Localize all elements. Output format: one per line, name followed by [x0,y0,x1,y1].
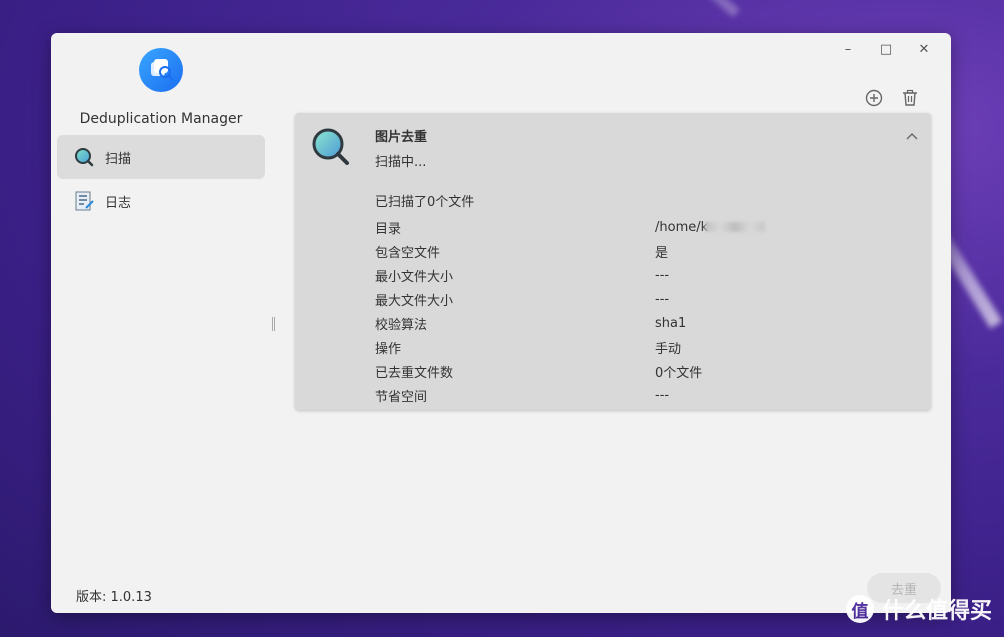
detail-row: 最大文件大小 --- [375,287,915,311]
sidebar-resize-handle[interactable] [272,317,275,331]
app-window: – □ ✕ Deduplication Manager 扫描 日志 版本: 1.… [51,33,951,613]
add-task-button[interactable] [863,87,885,109]
window-controls: – □ ✕ [829,37,943,61]
redacted-path [705,222,766,232]
detail-row: 最小文件大小 --- [375,263,915,287]
watermark-text: 什么值得买 [881,599,992,624]
watermark: 值 什么值得买 [845,593,992,625]
detail-value: --- [655,291,670,307]
plus-circle-icon [865,89,883,107]
task-title: 图片去重 [375,130,428,145]
detail-key: 已去重文件数 [375,365,454,381]
detail-row: 操作 手动 [375,335,915,359]
app-name: Deduplication Manager [79,111,243,127]
trash-icon [903,89,917,106]
detail-key: 目录 [375,221,402,237]
app-logo-icon [139,48,183,92]
detail-value: --- [655,267,670,283]
task-details: 目录 /home/k 包含空文件 是 最小文件大小 --- 最大文件大小 ---… [375,215,915,407]
detail-key: 最小文件大小 [375,269,454,285]
magnifier-icon [73,146,95,168]
detail-row: 节省空间 --- [375,383,915,407]
collapse-button[interactable] [903,127,921,145]
sidebar: Deduplication Manager 扫描 日志 版本: 1.0.13 [51,33,273,613]
magnifier-icon [311,127,351,167]
detail-row: 目录 /home/k [375,215,915,239]
detail-value: /home/k [655,220,915,235]
background-streak [618,0,740,18]
detail-row: 校验算法 sha1 [375,311,915,335]
detail-key: 校验算法 [375,317,428,333]
chevron-up-icon [906,133,918,140]
detail-row: 已去重文件数 0个文件 [375,359,915,383]
detail-key: 最大文件大小 [375,293,454,309]
detail-value: sha1 [655,315,687,331]
detail-key: 节省空间 [375,389,428,405]
detail-value: 0个文件 [655,365,703,381]
delete-task-button[interactable] [899,87,921,109]
sidebar-item-log[interactable]: 日志 [57,179,265,223]
toolbar [863,87,921,109]
detail-key: 操作 [375,341,402,357]
maximize-button[interactable]: □ [867,37,905,61]
detail-row: 包含空文件 是 [375,239,915,263]
detail-value: 是 [655,245,669,261]
minimize-button[interactable]: – [829,37,867,61]
sidebar-item-label: 扫描 [105,151,132,167]
scanned-summary: 已扫描了0个文件 [375,195,475,210]
task-status: 扫描中... [375,155,427,170]
log-document-icon [73,190,95,212]
task-card[interactable]: 图片去重 扫描中... 已扫描了0个文件 目录 /home/k 包含空文件 是 … [295,113,931,410]
sidebar-item-label: 日志 [105,195,132,211]
sidebar-item-scan[interactable]: 扫描 [57,135,265,179]
close-button[interactable]: ✕ [905,37,943,61]
version-label: 版本: 1.0.13 [76,590,152,605]
detail-value: --- [655,387,670,403]
detail-value: 手动 [655,341,682,357]
watermark-logo-icon: 值 [845,595,874,623]
detail-key: 包含空文件 [375,245,441,261]
